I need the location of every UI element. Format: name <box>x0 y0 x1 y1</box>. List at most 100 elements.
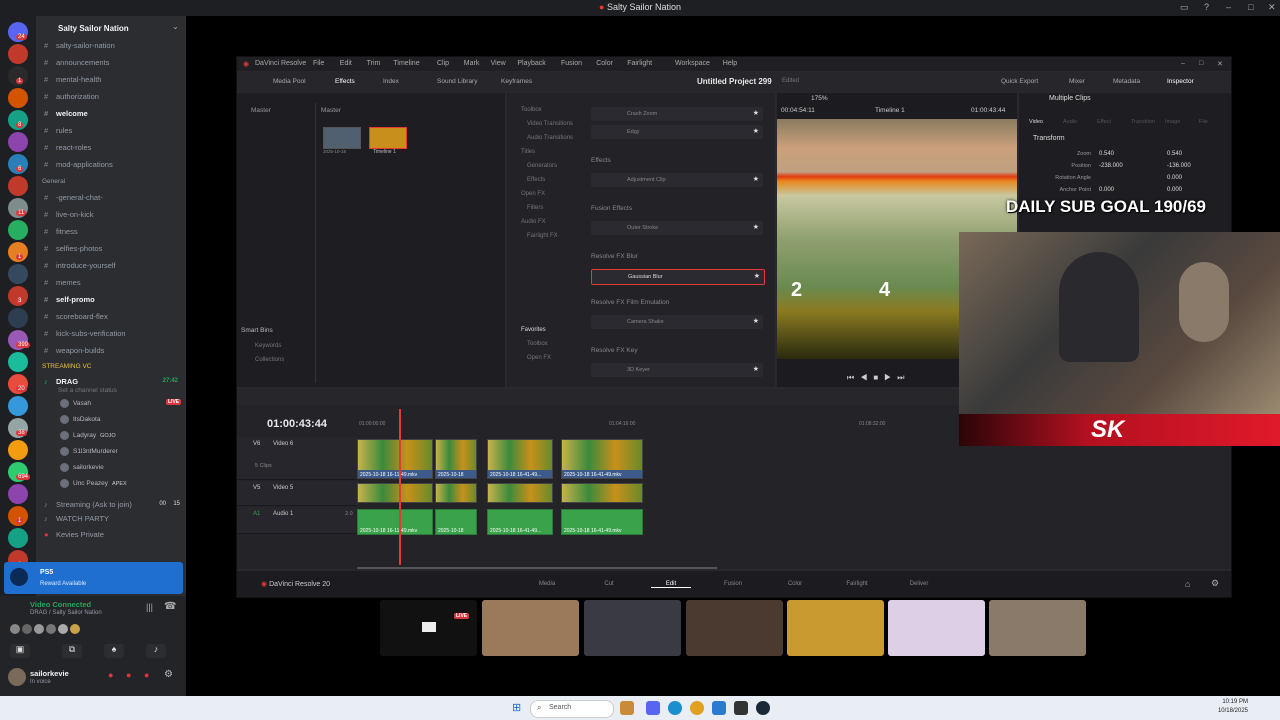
activity-card[interactable]: PS5 Reward Available <box>4 562 183 594</box>
server-icon[interactable] <box>8 396 28 416</box>
fx-tree-filters[interactable]: Filters <box>527 205 543 211</box>
star-icon[interactable]: ★ <box>753 107 759 121</box>
menu-trim[interactable]: Trim <box>367 60 381 67</box>
fx-tree-fairlight-fx[interactable]: Fairlight FX <box>527 233 558 239</box>
star-icon[interactable]: ★ <box>753 173 759 187</box>
inspector-y-value[interactable]: 0.000 <box>1167 187 1182 193</box>
timeline-thumb[interactable] <box>369 127 407 149</box>
maximize-button[interactable]: □ <box>1199 60 1203 67</box>
voice-user[interactable]: Unc Peazey APEX <box>60 479 127 488</box>
menu-fairlight[interactable]: Fairlight <box>627 60 652 67</box>
voice-channel-watch-party[interactable]: ♪ WATCH PARTY <box>44 511 182 526</box>
fx-tree-toolbox[interactable]: Toolbox <box>521 107 542 113</box>
mute-icon[interactable]: ● <box>108 670 113 680</box>
server-icon[interactable] <box>8 528 28 548</box>
fx-tree-effects[interactable]: Effects <box>527 177 545 183</box>
menu-edit[interactable]: Edit <box>340 60 352 67</box>
playhead[interactable] <box>399 409 401 565</box>
inspector-y-value[interactable]: -136.000 <box>1167 163 1191 169</box>
obs-icon[interactable] <box>734 701 748 715</box>
video-clip[interactable]: 2025-10-18 16-41-49.mkv <box>561 439 643 479</box>
inspector-x-value[interactable]: 0.540 <box>1099 151 1114 157</box>
general-channel-3[interactable]: # selfies-photos <box>44 241 182 256</box>
menu-playback[interactable]: Playback <box>517 60 545 67</box>
fx-fav-open-fx[interactable]: Open FX <box>527 355 551 361</box>
server-icon[interactable] <box>8 88 28 108</box>
server-icon[interactable] <box>8 352 28 372</box>
star-icon[interactable]: ★ <box>753 221 759 235</box>
fx-tree-titles[interactable]: Titles <box>521 149 535 155</box>
general-channel-8[interactable]: # kick-subs-verification <box>44 326 182 341</box>
soundboard-icon[interactable]: ♪ <box>146 644 166 658</box>
minimize-button[interactable]: – <box>1226 2 1231 12</box>
media-thumb[interactable] <box>323 127 361 149</box>
camera-tile[interactable] <box>787 600 884 656</box>
voice-user[interactable]: S1l3ntMurderer <box>60 447 118 456</box>
menu-view[interactable]: View <box>491 60 506 67</box>
viewer-zoom[interactable]: 175% <box>811 95 828 102</box>
server-icon[interactable] <box>8 44 28 64</box>
close-button[interactable]: ✕ <box>1268 2 1276 13</box>
inspector-y-value[interactable]: 0.000 <box>1167 175 1182 181</box>
server-icon[interactable] <box>8 264 28 284</box>
taskbar-time[interactable]: 10:19 PM <box>1204 699 1248 705</box>
menu-clip[interactable]: Clip <box>437 60 449 67</box>
general-channel-9[interactable]: # weapon-builds <box>44 343 182 358</box>
taskbar-search[interactable]: ⌕ Search <box>530 700 614 718</box>
toolbar-keyframes[interactable]: Keyframes <box>501 78 532 85</box>
fx-item[interactable]: Adjustment Clip ★ <box>591 173 763 187</box>
category-general[interactable]: General <box>42 178 65 185</box>
inbox-icon[interactable]: ▭ <box>1180 2 1189 13</box>
video-clip[interactable] <box>487 483 553 503</box>
channel-5[interactable]: # rules <box>44 123 182 138</box>
fx-section-header[interactable]: Resolve FX Key <box>591 347 638 354</box>
voice-user[interactable]: Ladyray GOJO <box>60 431 116 440</box>
camera-tile[interactable] <box>482 600 579 656</box>
star-icon[interactable]: ★ <box>753 363 759 377</box>
app-icon[interactable] <box>620 701 634 715</box>
viewer-timeline-name[interactable]: Timeline 1 <box>875 107 905 114</box>
server-name[interactable]: Salty Sailor Nation <box>58 24 129 33</box>
transport-controls[interactable]: ⏮◀■▶⏭ <box>847 373 911 383</box>
general-channel-0[interactable]: # -general-chat- <box>44 190 182 205</box>
toolbar-inspector[interactable]: Inspector <box>1167 78 1194 85</box>
star-icon[interactable]: ★ <box>754 270 760 284</box>
help-icon[interactable]: ? <box>1204 2 1209 12</box>
page-fusion[interactable]: Fusion <box>713 581 753 587</box>
toolbar-effects[interactable]: Effects <box>335 78 355 85</box>
chevron-down-icon[interactable]: ⌄ <box>172 22 179 31</box>
server-icon[interactable] <box>8 308 28 328</box>
transform-section[interactable]: Transform <box>1033 135 1065 142</box>
steam-icon[interactable] <box>756 701 770 715</box>
menu-workspace[interactable]: Workspace <box>675 60 710 67</box>
video-clip[interactable] <box>435 483 477 503</box>
activity-icon[interactable]: ♠ <box>104 644 124 658</box>
fx-item[interactable]: 3D Keyer ★ <box>591 363 763 377</box>
chrome-icon[interactable] <box>690 701 704 715</box>
fx-item[interactable]: Edgy ★ <box>591 125 763 139</box>
gear-icon[interactable]: ⚙ <box>164 669 173 680</box>
toolbar-media-pool[interactable]: Media Pool <box>273 78 306 85</box>
voice-channel-status[interactable]: Set a channel status <box>58 387 117 394</box>
inspector-x-value[interactable]: -238.000 <box>1099 163 1123 169</box>
camera-tile[interactable] <box>989 600 1086 656</box>
toolbar-mixer[interactable]: Mixer <box>1069 78 1085 85</box>
menu-file[interactable]: File <box>313 60 324 67</box>
inspector-y-value[interactable]: 0.540 <box>1167 151 1182 157</box>
timeline-scrollbar[interactable] <box>357 567 717 569</box>
home-icon[interactable]: ⌂ <box>1185 579 1190 589</box>
general-channel-4[interactable]: # introduce-yourself <box>44 258 182 273</box>
fx-section-header[interactable]: Effects <box>591 157 611 164</box>
video-clip[interactable]: 2025-10-18 <box>435 439 477 479</box>
edge-icon[interactable] <box>668 701 682 715</box>
disconnect-icon[interactable]: ☎ <box>164 601 176 612</box>
channel-4[interactable]: # welcome <box>44 106 182 121</box>
channel-7[interactable]: # mod-applications <box>44 157 182 172</box>
voice-user[interactable]: ItsDakota <box>60 415 100 424</box>
menu-timeline[interactable]: Timeline <box>393 60 419 67</box>
general-channel-1[interactable]: # live-on-kick <box>44 207 182 222</box>
fx-tree-audio-fx[interactable]: Audio FX <box>521 219 546 225</box>
audio-clip[interactable]: 2025-10-18 <box>435 509 477 535</box>
channel-1[interactable]: # announcements <box>44 55 182 70</box>
star-icon[interactable]: ★ <box>753 315 759 329</box>
